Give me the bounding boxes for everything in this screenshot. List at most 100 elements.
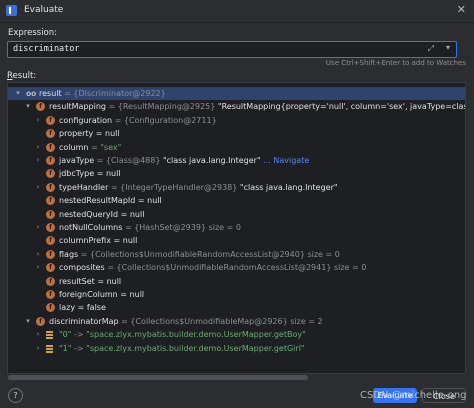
expand-arrow-icon[interactable]: › [34, 181, 42, 194]
tree-row[interactable]: › f notNullColumns = {HashSet@2939} size =… [8, 221, 465, 234]
expand-arrow-icon[interactable]: › [34, 114, 42, 127]
field-icon: f [36, 102, 45, 112]
variable-value: "class java.lang.Integer" [162, 156, 261, 165]
tree-row-text: lazy = false [59, 301, 106, 314]
scrollbar-thumb[interactable] [8, 375, 308, 380]
field-icon: f [46, 236, 55, 246]
variable-name: composites [59, 263, 105, 273]
collapse-arrow-icon[interactable]: ▾ [14, 87, 22, 100]
variable-name: nestedQueryId [59, 209, 119, 219]
field-icon: f [46, 263, 55, 273]
tree-row[interactable]: ▾ f discriminatorMap = {Collections$Unmodi… [8, 315, 465, 328]
variable-type: = {Discriminator@2922} [61, 89, 166, 98]
tree-row[interactable]: › "1" -> "space.zlyx.mybatis.builder.demo… [8, 342, 465, 355]
tree-row-text: flags = {Collections$UnmodifiableRandomA… [59, 248, 340, 261]
variable-type: = [88, 142, 101, 152]
tree-row[interactable]: ▾ oo result = {Discriminator@2922} [8, 87, 465, 100]
field-icon: f [46, 223, 55, 232]
expression-input[interactable]: discriminator ⤢ ▾ [7, 41, 457, 58]
tree-row[interactable]: f nestedQueryId = null [8, 208, 465, 221]
tree-row-text: resultSet = null [59, 275, 121, 288]
variable-name: javaType [59, 156, 95, 165]
field-icon: f [46, 169, 55, 179]
expand-arrow-icon[interactable]: › [34, 261, 42, 274]
field-icon: f [46, 196, 55, 206]
variable-name: resultSet [59, 276, 95, 286]
variable-type: = null [117, 290, 145, 299]
expand-arrow-icon[interactable]: › [34, 221, 42, 234]
variable-name: nestedResultMapId [59, 196, 136, 206]
field-icon: f [46, 156, 55, 165]
variable-type: = {ResultMapping@2925} [105, 102, 218, 112]
variable-value: "sex" [100, 142, 122, 152]
watches-hint: Use Ctrl+Shift+Enter to add to Watches [325, 59, 466, 67]
variable-value: "space.zlyx.mybatis.builder.demo.UserMap… [86, 330, 306, 340]
tree-row-text: property = null [59, 127, 120, 140]
variable-type: = {Collections$UnmodifiableMap@2926} siz… [118, 316, 323, 326]
watch-result-icon: oo [26, 89, 37, 98]
expand-arrow-icon[interactable]: › [34, 342, 42, 355]
tree-row[interactable]: f columnPrefix = null [8, 234, 465, 247]
tree-row-text: discriminatorMap = {Collections$Unmodifi… [49, 315, 323, 328]
tree-row[interactable]: › f javaType = {Class@488} "class java.lan… [8, 154, 465, 167]
expand-arrow-icon[interactable]: › [34, 248, 42, 261]
variable-type: = null [94, 276, 122, 286]
tree-row-text: result = {Discriminator@2922} [39, 87, 166, 100]
variable-type: -> [71, 343, 87, 353]
field-icon: f [46, 303, 55, 313]
variable-name: lazy [59, 303, 76, 313]
collapse-arrow-icon[interactable]: ▾ [24, 100, 32, 113]
expand-arrow-icon[interactable]: › [34, 141, 42, 154]
result-tree[interactable]: ▾ oo result = {Discriminator@2922} ▾ f result… [7, 82, 466, 374]
tree-row[interactable]: f lazy = false [8, 301, 465, 314]
watermark: CSDN @michelle-ong [360, 390, 467, 401]
variable-name: columnPrefix [59, 236, 111, 246]
tree-row[interactable]: › "0" -> "space.zlyx.mybatis.builder.demo… [8, 328, 465, 341]
tree-row-text: "1" -> "space.zlyx.mybatis.builder.demo.… [59, 342, 305, 355]
expand-arrow-icon[interactable]: › [34, 328, 42, 341]
tree-row[interactable]: f resultSet = null [8, 275, 465, 288]
expand-editor-icon[interactable]: ⤢ [428, 44, 434, 54]
tree-row[interactable]: › f typeHandler = {IntegerTypeHandler@2938… [8, 181, 465, 194]
variable-type: -> [71, 330, 87, 340]
horizontal-scrollbar[interactable] [8, 375, 463, 380]
tree-row[interactable]: › f column = "sex" [8, 141, 465, 154]
variable-type: = null [94, 169, 121, 179]
tree-row-text: "0" -> "space.zlyx.mybatis.builder.demo.… [59, 328, 306, 341]
expand-arrow-icon[interactable]: › [34, 154, 42, 167]
field-icon: f [46, 115, 55, 125]
variable-name: discriminatorMap [49, 316, 119, 326]
tree-row[interactable]: › f configuration = {Configuration@2711} [8, 114, 465, 127]
map-entry-icon [46, 344, 53, 353]
tree-row[interactable]: ▾ f resultMapping = {ResultMapping@2925} "… [8, 100, 465, 113]
tree-row[interactable]: f property = null [8, 127, 465, 140]
variable-name: property [59, 129, 94, 139]
field-icon: f [46, 249, 55, 259]
variable-name: "1" [59, 343, 72, 353]
tree-row[interactable]: f foreignColumn = null [8, 288, 465, 301]
history-dropdown-icon[interactable]: ▾ [446, 43, 450, 52]
tree-row[interactable]: f nestedResultMapId = null [8, 194, 465, 207]
tree-row[interactable]: › f composites = {Collections$Unmodifiable… [8, 261, 465, 274]
variable-name: "0" [59, 330, 72, 340]
variable-name: column [59, 142, 89, 152]
variable-name: resultMapping [49, 102, 106, 112]
field-icon: f [46, 182, 55, 192]
variable-type: = false [75, 303, 106, 313]
variable-name: result [39, 89, 62, 98]
variable-value: "space.zlyx.mybatis.builder.demo.UserMap… [86, 343, 305, 353]
tree-row[interactable]: › f flags = {Collections$UnmodifiableRando… [8, 248, 465, 261]
intellij-logo-icon [6, 5, 17, 16]
variable-name: jdbcType [59, 169, 95, 179]
tree-row-text: composites = {Collections$UnmodifiableRa… [59, 261, 366, 274]
tree-row[interactable]: f jdbcType = null [8, 167, 465, 180]
window-close-icon[interactable]: ✕ [457, 3, 466, 16]
variable-name: notNullColumns [59, 223, 123, 232]
help-button[interactable]: ? [8, 388, 23, 403]
variable-name: typeHandler [59, 182, 109, 192]
field-icon: f [46, 142, 55, 152]
collapse-arrow-icon[interactable]: ▾ [24, 315, 32, 328]
tree-row-text: notNullColumns = {HashSet@2939} size = 0 [59, 221, 241, 234]
variable-type: = {Configuration@2711} [112, 115, 217, 125]
navigate-link[interactable]: ... Navigate [261, 156, 309, 165]
